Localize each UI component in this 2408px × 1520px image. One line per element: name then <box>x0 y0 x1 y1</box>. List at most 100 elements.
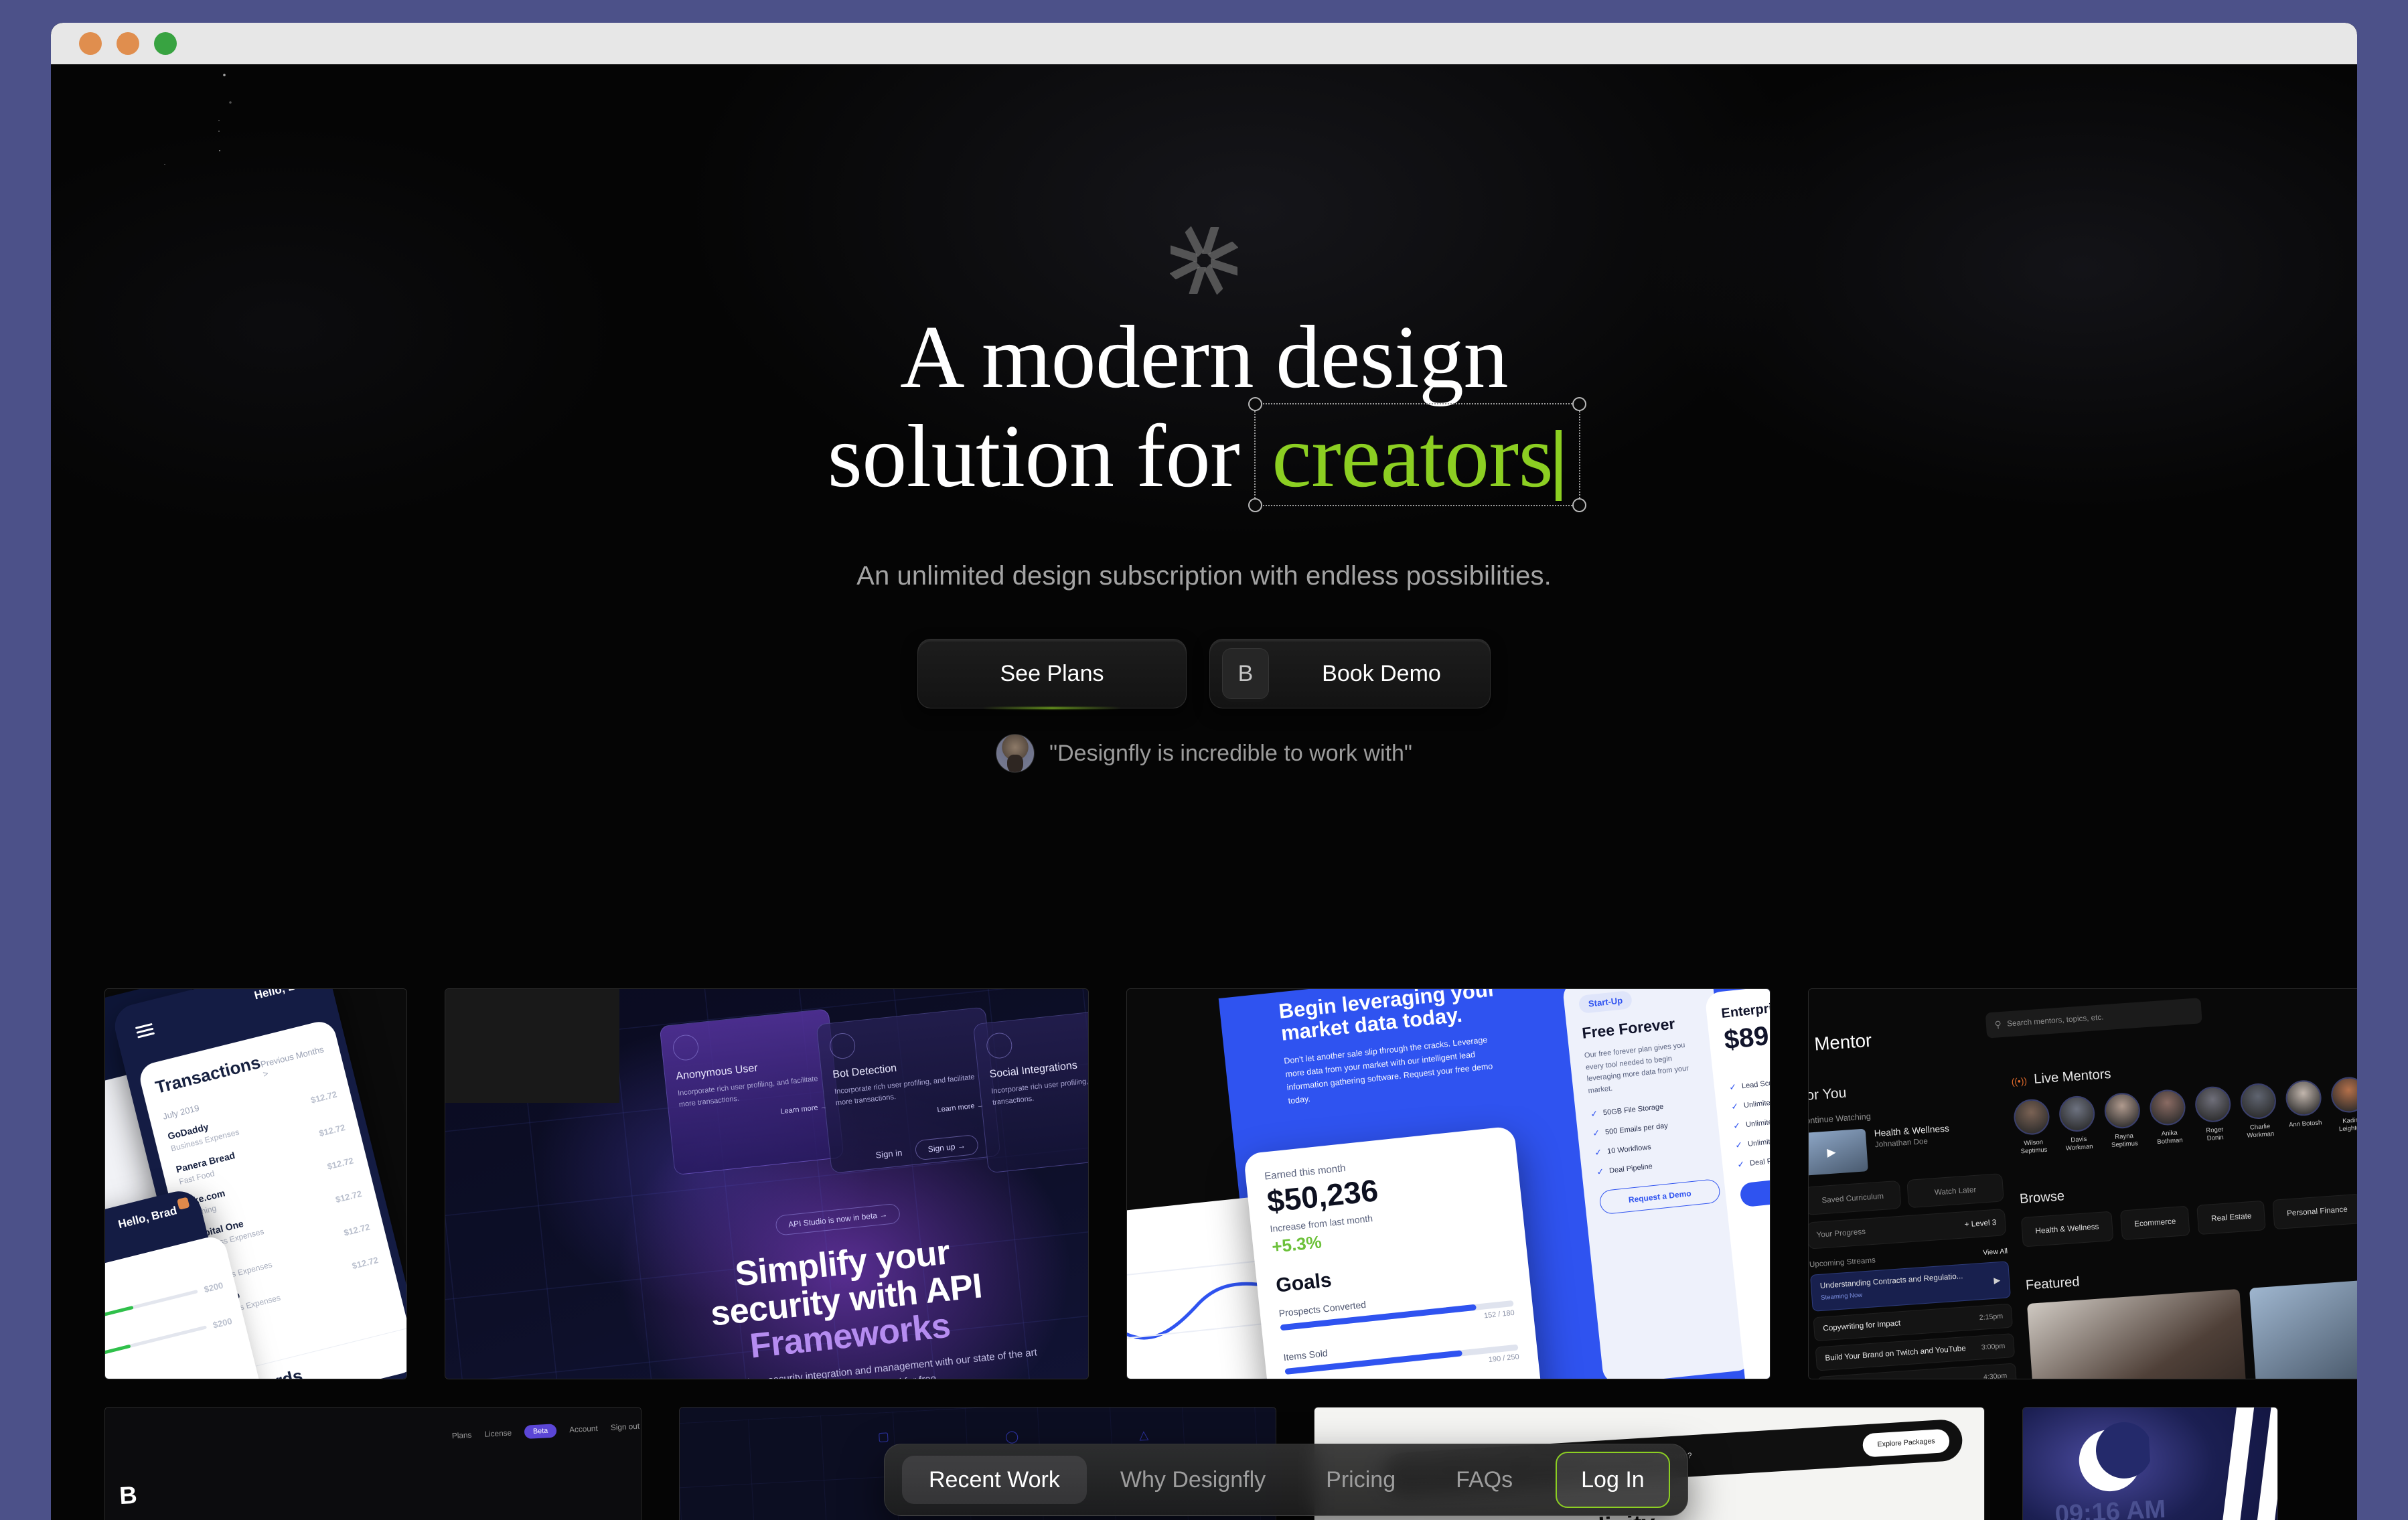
beats-nav-account[interactable]: Account <box>569 1424 598 1434</box>
plan-feature: ✓ Lead Scoring <box>1728 1069 1771 1093</box>
mentor-avatar[interactable]: Kadin Leighton <box>2330 1076 2357 1134</box>
goal-amount: $200 <box>203 1280 224 1295</box>
book-demo-button[interactable]: B Book Demo <box>1209 639 1491 708</box>
browse-tag[interactable]: Ecommerce <box>2120 1205 2190 1240</box>
recent-work-gallery-row-1: Hello, Brad Transactions Previous Months… <box>104 988 2357 1379</box>
mentor-avatar[interactable]: Anika Bothman <box>2149 1089 2188 1147</box>
check-icon: ✓ <box>1728 1081 1737 1093</box>
transaction-amount: $12.72 <box>318 1122 346 1138</box>
avatar <box>2239 1082 2277 1120</box>
window-titlebar <box>51 23 2357 64</box>
avatar <box>2330 1076 2357 1114</box>
mentor-avatar[interactable]: Charlie Workman <box>2239 1082 2279 1140</box>
avatar <box>2149 1089 2187 1127</box>
search-input[interactable]: ⚲ Search mentors, topics, etc. <box>1985 998 2202 1039</box>
live-icon: ((•)) <box>2011 1075 2027 1086</box>
plan-tag: Start-Up <box>1578 990 1633 1014</box>
avatar <box>2013 1098 2051 1136</box>
beats-logo: B <box>119 1482 137 1511</box>
resize-handle-bottom-right[interactable] <box>1572 498 1586 512</box>
request-demo-button[interactable]: Request a Demo <box>1739 1170 1771 1208</box>
mentor-name: Roger Donin <box>2197 1125 2234 1143</box>
nav-item-pricing[interactable]: Pricing <box>1299 1456 1422 1504</box>
check-icon: ✓ <box>1592 1128 1601 1139</box>
progress-row[interactable]: Your Progress + Level 3 <box>1808 1209 2006 1249</box>
stream-title: Copywriting for Impact <box>1823 1319 1901 1333</box>
resize-handle-bottom-left[interactable] <box>1248 498 1262 512</box>
beats-nav-license[interactable]: License <box>484 1428 512 1438</box>
stream-status: Steaming Now <box>1821 1291 1863 1301</box>
avatar <box>2194 1085 2232 1124</box>
plan-feature: ✓ 10 Workflows <box>1594 1136 1716 1159</box>
featured-video-card[interactable] <box>2027 1288 2249 1379</box>
page-title: A modern design solution for creators <box>51 311 2357 506</box>
for-you-title: For You <box>1808 1075 1996 1105</box>
beats-nav-plans[interactable]: Plans <box>452 1431 472 1440</box>
nav-item-recent-work[interactable]: Recent Work <box>902 1456 1087 1504</box>
resize-handle-top-right[interactable] <box>1572 397 1586 411</box>
gallery-item-api-security[interactable]: Anonymous User Incorporate rich user pro… <box>445 988 1089 1379</box>
editable-word-selection-box[interactable]: creators <box>1254 403 1580 506</box>
mentor-name: Anika Bothman <box>2152 1128 2188 1146</box>
gallery-item-banking-app[interactable]: Hello, Brad Transactions Previous Months… <box>104 988 407 1379</box>
sign-in-link[interactable]: Sign in <box>875 1147 903 1160</box>
keyboard-shortcut-key-b: B <box>1222 648 1269 699</box>
mentor-avatar[interactable]: Wilson Septimus <box>2013 1098 2052 1156</box>
mentor-logo-icon: ♘ <box>1808 1040 1809 1051</box>
beats-nav-signout[interactable]: Sign out <box>611 1422 640 1432</box>
avatar <box>996 734 1035 773</box>
designfly-pinwheel-logo <box>1167 225 1241 299</box>
video-thumbnail[interactable]: ▶ <box>1808 1129 1868 1176</box>
watch-later-button[interactable]: Watch Later <box>1906 1173 2004 1208</box>
hero-cta-group: See Plans B Book Demo <box>51 639 2357 708</box>
mentor-avatar[interactable]: Ann Botosh <box>2285 1079 2324 1137</box>
resize-handle-top-left[interactable] <box>1248 397 1262 411</box>
plan-desc: Our free forever plan gives you every to… <box>1584 1038 1708 1097</box>
minimize-window-button[interactable] <box>117 32 139 55</box>
mentor-avatar[interactable]: Davis Workman <box>2058 1095 2097 1153</box>
stream-time: 3:00pm <box>1981 1342 2005 1351</box>
stream-row[interactable]: Understanding Contracts and Regulatio...… <box>1810 1261 2011 1312</box>
plan-price: $89 <box>1723 1021 1771 1056</box>
mentor-name: Wilson Septimus <box>2016 1138 2052 1156</box>
close-window-button[interactable] <box>79 32 102 55</box>
shield-icon <box>828 1032 856 1060</box>
mentor-name: Charlie Workman <box>2242 1122 2279 1140</box>
mentor-name: Rayna Septimus <box>2106 1132 2143 1150</box>
editable-word-text[interactable]: creators <box>1272 406 1553 506</box>
gallery-item-beats-dashboard[interactable]: Plans License Beta Account Sign out B ♦ … <box>104 1407 642 1520</box>
stream-title: Build Your Brand on Twitch and YouTube <box>1825 1345 1966 1363</box>
gallery-item-market-data[interactable]: Begin leveraging your market data today.… <box>1126 988 1771 1379</box>
transaction-amount: $12.72 <box>351 1255 379 1271</box>
goal-amount: $200 <box>212 1316 233 1331</box>
featured-video-card[interactable] <box>2249 1279 2357 1379</box>
log-in-button[interactable]: Log In <box>1556 1452 1670 1508</box>
browse-tag[interactable]: Real Estate <box>2197 1200 2266 1234</box>
nav-item-why-designfly[interactable]: Why Designfly <box>1094 1456 1292 1504</box>
decor-icon: ▢ <box>877 1430 889 1444</box>
search-placeholder: Search mentors, topics, etc. <box>2007 1013 2104 1029</box>
stream-time: 2:15pm <box>1979 1312 2003 1322</box>
saved-curriculum-button[interactable]: Saved Curriculum <box>1808 1181 1902 1215</box>
nav-item-faqs[interactable]: FAQs <box>1429 1456 1539 1504</box>
explore-packages-button[interactable]: Explore Packages <box>1862 1428 1950 1457</box>
browse-tag[interactable]: Health & Wellness <box>2021 1211 2113 1247</box>
book-demo-label: Book Demo <box>1290 661 1490 687</box>
feature-card[interactable]: Social Integrations Incorporate rich use… <box>973 1006 1089 1173</box>
browse-tag[interactable]: Personal Finance <box>2273 1193 2357 1229</box>
view-all-link[interactable]: View All <box>1983 1247 2008 1257</box>
play-icon[interactable]: ▶ <box>1993 1275 2001 1285</box>
plan-feature: ✓ Deal Pipeline <box>1596 1154 1718 1178</box>
zoom-window-button[interactable] <box>154 32 177 55</box>
transaction-amount: $12.72 <box>343 1221 371 1237</box>
mentor-avatar[interactable]: Rayna Septimus <box>2103 1091 2143 1150</box>
mentor-avatar[interactable]: Roger Donin <box>2194 1085 2233 1144</box>
see-plans-button[interactable]: See Plans <box>917 639 1187 708</box>
transaction-amount: $12.72 <box>326 1155 354 1171</box>
request-demo-button[interactable]: Request a Demo <box>1598 1179 1721 1215</box>
avatar <box>2058 1095 2096 1133</box>
gallery-item-mentor-app[interactable]: ♘ Mentor ⚲ Search mentors, topics, etc. … <box>1808 988 2357 1379</box>
floating-navigation-bar: Recent Work Why Designfly Pricing FAQs L… <box>884 1444 1688 1516</box>
gallery-item-sleep-clock[interactable]: 09:16 AM 10:17 PM <box>2022 1407 2278 1520</box>
web-page-viewport: A modern design solution for creators An… <box>51 64 2357 1520</box>
